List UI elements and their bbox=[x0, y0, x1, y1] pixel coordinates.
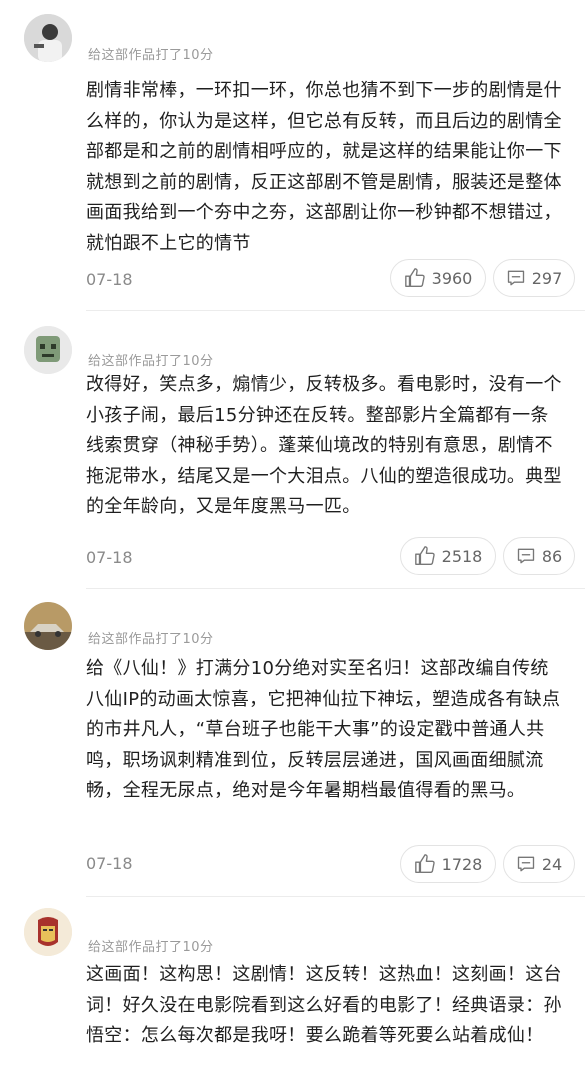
reply-count: 24 bbox=[541, 854, 563, 874]
comment-date: 07-18 bbox=[86, 270, 133, 289]
iron-helmet-avatar bbox=[24, 908, 72, 956]
like-button[interactable]: 1728 bbox=[400, 845, 496, 883]
comment-date: 07-18 bbox=[86, 854, 133, 873]
comment-icon bbox=[517, 856, 534, 872]
user-avatar-photo bbox=[24, 14, 72, 62]
comment-text: 给《八仙！》打满分10分绝对实至名归！这部改编自传统八仙IP的动画太惊喜，它把神… bbox=[86, 658, 561, 801]
comment-icon bbox=[517, 548, 534, 564]
like-button[interactable]: 3960 bbox=[390, 259, 486, 297]
like-count: 2518 bbox=[441, 546, 483, 566]
avatar[interactable] bbox=[24, 908, 72, 956]
rating-text: 给这部作品打了10分 bbox=[88, 632, 214, 647]
reply-button[interactable]: 297 bbox=[493, 259, 575, 297]
comment-text: 这画面！这构思！这剧情！这反转！这热血！这刻画！这台词！好久没在电影院看到这么好… bbox=[86, 964, 562, 1046]
reply-count: 297 bbox=[531, 268, 563, 288]
like-count: 1728 bbox=[441, 854, 483, 874]
rating-text: 给这部作品打了10分 bbox=[88, 354, 214, 369]
avatar[interactable] bbox=[24, 14, 72, 62]
avatar[interactable] bbox=[24, 326, 72, 374]
comment-text: 剧情非常棒，一环扣一环，你总也猜不到下一步的剧情是什么样的，你认为是这样，但它总… bbox=[86, 80, 562, 254]
comment-list: 给这部作品打了10分 剧情非常棒，一环扣一环，你总也猜不到下一步的剧情是什么样的… bbox=[0, 0, 585, 1084]
like-button[interactable]: 2518 bbox=[400, 537, 496, 575]
thumbs-up-icon bbox=[404, 268, 425, 287]
reply-button[interactable]: 24 bbox=[503, 845, 575, 883]
green-robot-avatar bbox=[24, 326, 72, 374]
comment-text: 改得好，笑点多，煽情少，反转极多。看电影时，没有一个小孩子闹，最后15分钟还在反… bbox=[86, 374, 562, 517]
thumbs-up-icon bbox=[414, 854, 435, 873]
divider bbox=[86, 896, 585, 897]
car-photo-avatar bbox=[24, 602, 72, 650]
thumbs-up-icon bbox=[414, 546, 435, 565]
like-count: 3960 bbox=[431, 268, 473, 288]
rating-text: 给这部作品打了10分 bbox=[88, 48, 214, 63]
divider bbox=[86, 310, 585, 311]
reply-button[interactable]: 86 bbox=[503, 537, 575, 575]
rating-text: 给这部作品打了10分 bbox=[88, 940, 214, 955]
comment-icon bbox=[507, 270, 524, 286]
divider bbox=[86, 588, 585, 589]
comment-date: 07-18 bbox=[86, 548, 133, 567]
avatar[interactable] bbox=[24, 602, 72, 650]
reply-count: 86 bbox=[541, 546, 563, 566]
